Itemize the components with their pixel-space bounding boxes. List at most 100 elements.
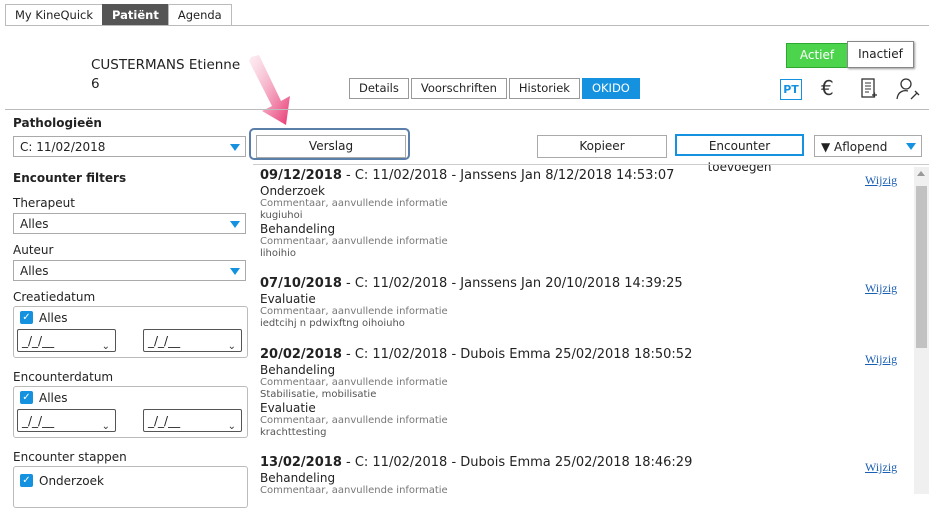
creation-date-label: Creatiedatum bbox=[13, 290, 96, 304]
encounter-filters-label: Encounter filters bbox=[13, 171, 127, 185]
euro-icon[interactable]: € bbox=[821, 76, 834, 100]
pointer-arrow-icon bbox=[249, 55, 290, 125]
encounter-to-date[interactable]: _/_/__ ⌄ bbox=[143, 409, 242, 432]
active-toggle[interactable]: Actief bbox=[786, 43, 848, 68]
encounter-date: 13/02/2018 bbox=[260, 455, 342, 470]
step-comment-label: Commentaar, aanvullende informatie bbox=[260, 198, 448, 209]
chevron-down-icon: ⌄ bbox=[227, 341, 236, 352]
encounter-from-date[interactable]: _/_/__ ⌄ bbox=[17, 409, 116, 432]
pathology-value: C: 11/02/2018 bbox=[20, 140, 106, 154]
step-comment-label: Commentaar, aanvullende informatie bbox=[260, 485, 448, 496]
encounter-title: 20/02/2018 - C: 11/02/2018 - Dubois Emma… bbox=[260, 347, 900, 363]
step-onderzoek-checkbox[interactable]: ✓ bbox=[20, 474, 33, 487]
tab-patient[interactable]: Patiënt bbox=[102, 4, 169, 26]
therapist-select[interactable]: Alles bbox=[13, 213, 246, 234]
encounter-date: 20/02/2018 bbox=[260, 347, 342, 362]
tab-my-kinequick[interactable]: My KineQuick bbox=[5, 4, 104, 26]
encounter-all-checkbox[interactable]: ✓ bbox=[20, 391, 33, 404]
dropdown-arrow-icon bbox=[906, 143, 916, 150]
step-comment: Stabilisatie, mobilisatie bbox=[260, 389, 377, 400]
creation-from-date[interactable]: _/_/__ ⌄ bbox=[17, 329, 116, 352]
encounter-title: 13/02/2018 - C: 11/02/2018 - Dubois Emma… bbox=[260, 455, 900, 471]
patient-name: CUSTERMANS Etienne bbox=[91, 57, 241, 73]
edit-link[interactable]: Wijzig bbox=[865, 173, 897, 188]
edit-link[interactable]: Wijzig bbox=[865, 281, 897, 296]
dropdown-arrow-icon bbox=[230, 144, 240, 151]
pathology-select[interactable]: C: 11/02/2018 bbox=[13, 136, 246, 157]
step-name: Evaluatie bbox=[260, 401, 316, 415]
step-name: Behandeling bbox=[260, 222, 336, 236]
date-value: _/_/__ bbox=[22, 334, 55, 348]
encounter-title: 09/12/2018 - C: 11/02/2018 - Janssens Ja… bbox=[260, 168, 900, 184]
divider bbox=[5, 25, 929, 26]
step-comment-label: Commentaar, aanvullende informatie bbox=[260, 306, 448, 317]
tab-historiek[interactable]: Historiek bbox=[508, 78, 580, 99]
encounter-info: - C: 11/02/2018 - Janssens Jan 20/10/201… bbox=[341, 276, 683, 291]
pathologies-label: Pathologieën bbox=[13, 116, 102, 130]
sort-select[interactable]: ▼ Aflopend bbox=[814, 135, 922, 157]
author-select[interactable]: Alles bbox=[13, 260, 246, 281]
encounter-date-label: Encounterdatum bbox=[13, 370, 114, 384]
encounter-info: - C: 11/02/2018 - Dubois Emma 25/02/2018… bbox=[341, 455, 693, 470]
encounter-item: 07/10/2018 - C: 11/02/2018 - Janssens Ja… bbox=[260, 276, 900, 330]
step-comment: iedtcihj n pdwixftng oihoiuho bbox=[260, 318, 405, 329]
step-comment: lihoihio bbox=[260, 248, 297, 259]
tab-details[interactable]: Details bbox=[349, 78, 409, 99]
divider bbox=[5, 109, 929, 110]
edit-link[interactable]: Wijzig bbox=[865, 352, 897, 367]
therapist-label: Therapeut bbox=[13, 196, 75, 210]
encounter-item: 09/12/2018 - C: 11/02/2018 - Janssens Ja… bbox=[260, 168, 900, 260]
date-value: _/_/__ bbox=[22, 414, 55, 428]
date-value: _/_/__ bbox=[148, 334, 181, 348]
creation-all-label: Alles bbox=[39, 311, 68, 325]
pt-icon[interactable]: PT bbox=[780, 79, 802, 100]
date-value: _/_/__ bbox=[148, 414, 181, 428]
step-name: Behandeling bbox=[260, 363, 336, 377]
patient-number: 6 bbox=[91, 76, 100, 92]
encounter-info: - C: 11/02/2018 - Dubois Emma 25/02/2018… bbox=[341, 347, 693, 362]
encounter-item: 13/02/2018 - C: 11/02/2018 - Dubois Emma… bbox=[260, 455, 900, 497]
tab-agenda[interactable]: Agenda bbox=[167, 4, 232, 26]
dropdown-arrow-icon bbox=[230, 221, 240, 228]
step-name: Onderzoek bbox=[260, 184, 325, 198]
step-comment-label: Commentaar, aanvullende informatie bbox=[260, 236, 448, 247]
author-label: Auteur bbox=[13, 243, 54, 257]
creation-all-checkbox[interactable]: ✓ bbox=[20, 311, 33, 324]
top-tabs: My KineQuick Patiënt Agenda bbox=[5, 4, 232, 26]
verslag-button[interactable]: Verslag bbox=[256, 135, 406, 158]
step-onderzoek-label: Onderzoek bbox=[39, 474, 104, 488]
chevron-down-icon: ⌄ bbox=[227, 421, 236, 432]
encounter-add-button[interactable]: Encounter toevoegen bbox=[675, 134, 804, 174]
inactive-toggle[interactable]: Inactief bbox=[847, 41, 914, 68]
chevron-down-icon: ⌄ bbox=[101, 341, 110, 352]
edit-link[interactable]: Wijzig bbox=[865, 460, 897, 475]
encounter-title: 07/10/2018 - C: 11/02/2018 - Janssens Ja… bbox=[260, 276, 900, 292]
kopieer-button[interactable]: Kopieer bbox=[537, 135, 667, 158]
patient-sub-tabs: Details Voorschriften Historiek OKIDO bbox=[349, 78, 642, 99]
user-settings-icon[interactable] bbox=[896, 77, 920, 101]
step-comment-label: Commentaar, aanvullende informatie bbox=[260, 415, 448, 426]
encounter-steps-label: Encounter stappen bbox=[13, 450, 127, 464]
step-comment: kugiuhoi bbox=[260, 210, 303, 221]
encounter-date: 07/10/2018 bbox=[260, 276, 342, 291]
scroll-up-icon[interactable] bbox=[917, 171, 925, 176]
step-comment-label: Commentaar, aanvullende informatie bbox=[260, 377, 448, 388]
therapist-value: Alles bbox=[20, 217, 49, 231]
patient-header: CUSTERMANS Etienne 6 bbox=[91, 56, 240, 94]
encounter-date: 09/12/2018 bbox=[260, 168, 342, 183]
dropdown-arrow-icon bbox=[230, 268, 240, 275]
scroll-thumb[interactable] bbox=[916, 186, 927, 348]
step-comment: krachttesting bbox=[260, 427, 327, 438]
document-list-icon[interactable] bbox=[860, 78, 878, 100]
creation-to-date[interactable]: _/_/__ ⌄ bbox=[143, 329, 242, 352]
encounter-info: - C: 11/02/2018 - Janssens Jan 8/12/2018… bbox=[341, 168, 675, 183]
tab-okido[interactable]: OKIDO bbox=[581, 78, 640, 99]
author-value: Alles bbox=[20, 264, 49, 278]
encounter-item: 20/02/2018 - C: 11/02/2018 - Dubois Emma… bbox=[260, 347, 900, 439]
sort-value: ▼ Aflopend bbox=[821, 140, 888, 154]
divider bbox=[253, 164, 929, 165]
encounter-all-label: Alles bbox=[39, 391, 68, 405]
tab-voorschriften[interactable]: Voorschriften bbox=[410, 78, 507, 99]
step-name: Evaluatie bbox=[260, 292, 316, 306]
step-name: Behandeling bbox=[260, 471, 336, 485]
